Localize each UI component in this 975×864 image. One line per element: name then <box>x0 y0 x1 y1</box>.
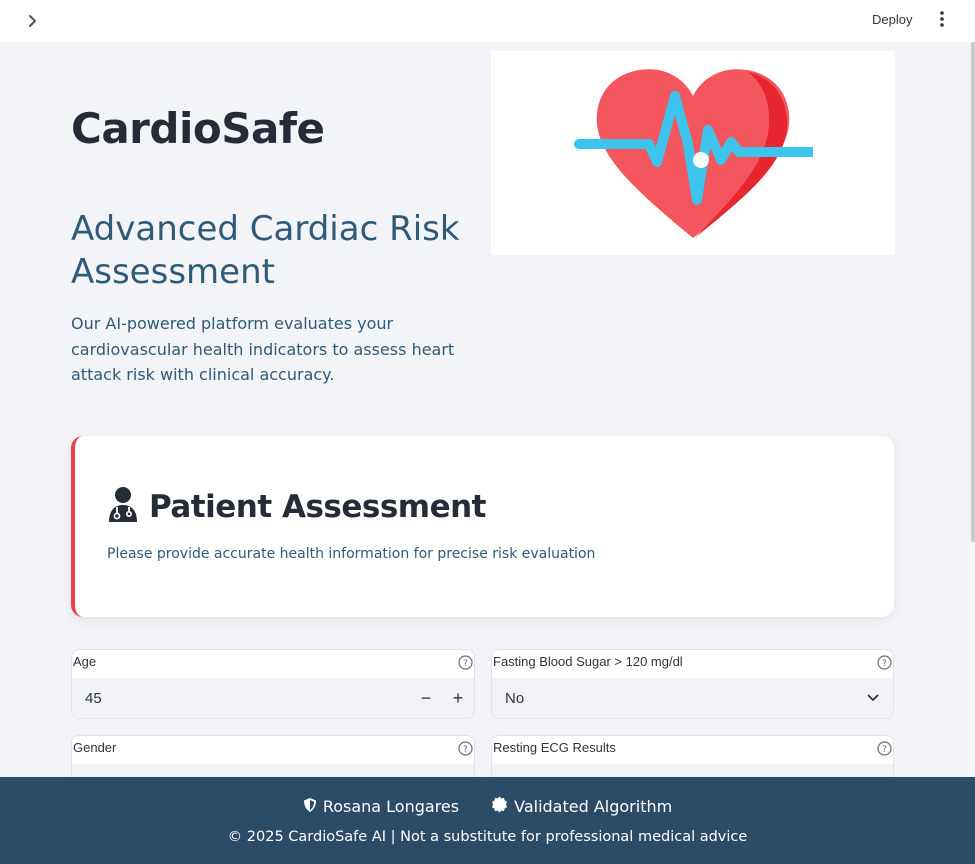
age-field: Age ? 45 − + <box>71 649 475 719</box>
intro-text: Our AI-powered platform evaluates your c… <box>71 314 455 384</box>
age-input[interactable]: 45 <box>72 690 410 707</box>
svg-text:?: ? <box>463 745 468 755</box>
footer-badges: Rosana Longares Validated Algorithm <box>0 796 975 817</box>
fasting-blood-sugar-select[interactable]: No <box>492 678 893 718</box>
help-icon[interactable]: ? <box>457 740 473 756</box>
gender-label: Gender <box>73 740 117 755</box>
fasting-blood-sugar-label: Fasting Blood Sugar > 120 mg/dl <box>493 654 683 669</box>
increment-button[interactable]: + <box>442 678 474 718</box>
doctor-icon <box>107 486 139 527</box>
validated-label: Validated Algorithm <box>514 797 673 816</box>
help-icon[interactable]: ? <box>876 654 892 670</box>
footer: Rosana Longares Validated Algorithm © 20… <box>0 777 975 864</box>
top-bar: Deploy <box>0 0 975 42</box>
deploy-button[interactable]: Deploy <box>862 6 922 32</box>
resting-ecg-label: Resting ECG Results <box>493 740 616 755</box>
fasting-blood-sugar-value: No <box>505 689 525 707</box>
age-stepper[interactable]: 45 − + <box>72 678 474 718</box>
svg-text:?: ? <box>882 745 887 755</box>
chevron-down-icon[interactable] <box>853 694 893 702</box>
svg-text:?: ? <box>882 659 887 669</box>
scrollbar[interactable] <box>971 42 975 542</box>
assessment-description: Please provide accurate health informati… <box>107 546 596 562</box>
chevron-right-icon[interactable] <box>22 10 44 32</box>
help-icon[interactable]: ? <box>457 654 473 670</box>
author-name: Rosana Longares <box>322 797 460 816</box>
page-subtitle: Advanced Cardiac Risk Assessment <box>71 209 460 292</box>
app-title: CardioSafe <box>71 104 325 153</box>
svg-text:?: ? <box>463 659 468 669</box>
validated-badge: Validated Algorithm <box>491 796 672 817</box>
author-badge: Rosana Longares <box>303 796 459 817</box>
help-icon[interactable]: ? <box>876 740 892 756</box>
kebab-menu-icon[interactable] <box>931 8 953 30</box>
decrement-button[interactable]: − <box>410 678 442 718</box>
shield-icon <box>303 797 317 817</box>
assessment-title: Patient Assessment <box>149 488 487 525</box>
fasting-blood-sugar-field: Fasting Blood Sugar > 120 mg/dl ? No <box>491 649 894 719</box>
age-label: Age <box>73 654 97 669</box>
heart-pulse-icon <box>491 51 895 255</box>
assessment-card: Patient Assessment Please provide accura… <box>71 436 894 617</box>
copyright-text: © 2025 CardioSafe AI | Not a substitute … <box>227 829 748 845</box>
certificate-icon <box>491 796 508 817</box>
card-title: Patient Assessment <box>107 486 487 527</box>
